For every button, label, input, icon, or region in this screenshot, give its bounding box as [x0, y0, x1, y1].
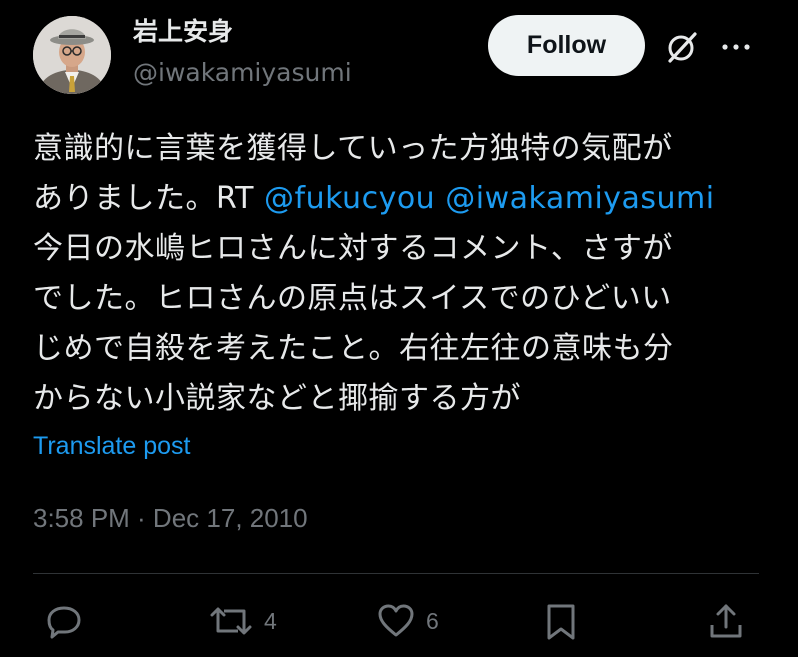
reply-icon: [47, 606, 81, 639]
like-count: 6: [426, 607, 439, 634]
retweet-count: 4: [264, 607, 277, 634]
reply-button[interactable]: [44, 598, 84, 644]
mention-link[interactable]: @fukucyou: [264, 181, 435, 216]
like-button[interactable]: 6: [376, 598, 439, 644]
tweet-text-segment: ありました。RT: [33, 181, 265, 216]
bookmark-icon: [547, 604, 575, 640]
more-icon[interactable]: [718, 33, 754, 61]
tweet-line: ありました。RT @fukucyou @iwakamiyasumi: [33, 174, 773, 224]
heart-icon: [378, 604, 414, 637]
grok-icon[interactable]: [664, 29, 700, 65]
tweet-line: 意識的に言葉を獲得していった方独特の気配が: [33, 131, 673, 166]
tweet-line: じめで自殺を考えたこと。右往左往の意味も分: [33, 331, 674, 366]
share-button[interactable]: [706, 598, 746, 644]
tweet-line: でした。ヒロさんの原点はスイスでのひどいい: [33, 281, 672, 316]
mention-link[interactable]: @iwakamiyasumi: [445, 181, 714, 216]
timestamp[interactable]: 3:58 PM · Dec 17, 2010: [33, 499, 308, 537]
divider: [33, 573, 759, 574]
bookmark-button[interactable]: [541, 598, 581, 644]
tweet-line: からない小説家などと揶揄する方が: [33, 381, 521, 416]
retweet-icon: [210, 607, 252, 635]
avatar-photo: [33, 16, 111, 94]
follow-button[interactable]: Follow: [488, 15, 645, 76]
tweet-line: 今日の水嶋ヒロさんに対するコメント、さすが: [33, 231, 673, 266]
retweet-button[interactable]: 4: [208, 598, 277, 644]
tweet-text: 意識的に言葉を獲得していった方独特の気配が ありました。RT @fukucyou…: [33, 124, 773, 424]
translate-post-link[interactable]: Translate post: [33, 428, 190, 464]
user-handle[interactable]: @iwakamiyasumi: [133, 55, 352, 91]
tweet-detail: 岩上安身 @iwakamiyasumi Follow 意識的に言葉を獲得していっ…: [0, 0, 798, 657]
avatar[interactable]: [33, 16, 111, 94]
display-name[interactable]: 岩上安身: [133, 14, 233, 50]
share-icon: [710, 604, 742, 638]
